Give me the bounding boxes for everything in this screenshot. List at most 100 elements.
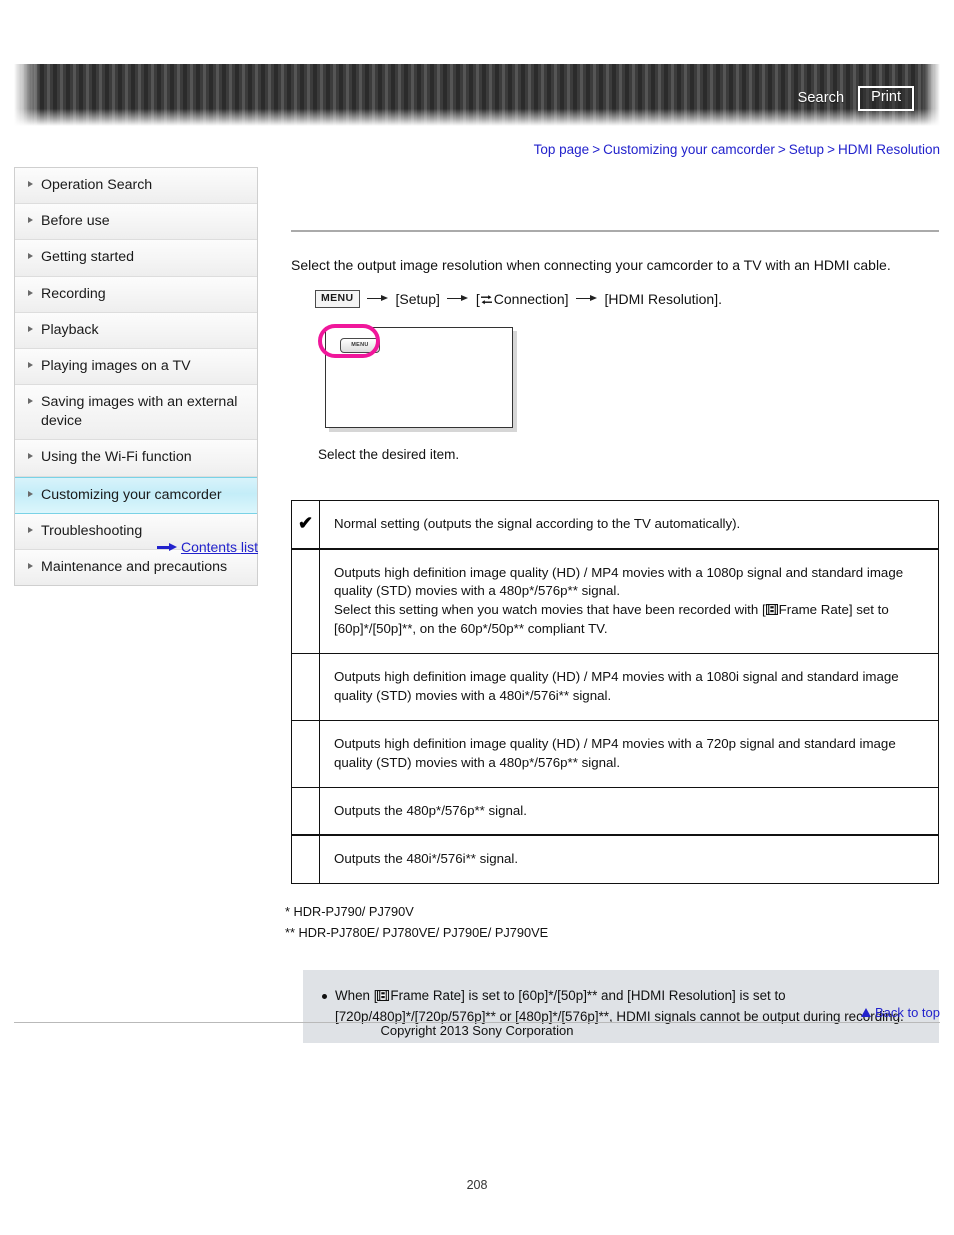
connection-label: Connection] bbox=[493, 290, 569, 307]
sidebar-item-label: Before use bbox=[41, 213, 110, 230]
option-description-cell: Outputs high definition image quality (H… bbox=[319, 653, 939, 721]
sidebar-item-before-use[interactable]: Before use bbox=[15, 204, 257, 241]
option-description-cell: Normal setting (outputs the signal accor… bbox=[319, 499, 939, 550]
sidebar-item-label: Playing images on a TV bbox=[41, 357, 191, 374]
option-description-line: Outputs the 480p*/576p** signal. bbox=[334, 802, 527, 818]
triangle-right-icon bbox=[28, 490, 33, 497]
print-button[interactable]: Print bbox=[858, 86, 914, 111]
sidebar-item-label: Troubleshooting bbox=[41, 522, 143, 539]
triangle-right-icon bbox=[28, 398, 33, 405]
triangle-right-icon bbox=[28, 526, 33, 533]
arrow-right-icon bbox=[575, 294, 598, 304]
intro-text: Select the output image resolution when … bbox=[291, 257, 891, 273]
back-to-top-link[interactable]: Back to top bbox=[860, 1005, 940, 1020]
breadcrumb-item-top-page[interactable]: Top page bbox=[534, 142, 590, 157]
triangle-up-icon bbox=[860, 1008, 871, 1017]
sidebar-item-playback[interactable]: Playback bbox=[15, 312, 257, 349]
breadcrumb-item-setup[interactable]: Setup bbox=[789, 142, 824, 157]
option-description-line: Outputs high definition image quality (H… bbox=[334, 564, 904, 599]
sidebar-item-label: Recording bbox=[41, 285, 106, 302]
contents-list-row: Contents list bbox=[14, 539, 258, 555]
sidebar-item-operation-search[interactable]: Operation Search bbox=[15, 168, 257, 205]
breadcrumb-item-hdmi-resolution[interactable]: HDMI Resolution bbox=[838, 142, 940, 157]
option-selected-mark-cell bbox=[291, 786, 320, 837]
option-description-line: Outputs high definition image quality (H… bbox=[334, 669, 899, 703]
sidebar-item-label: Maintenance and precautions bbox=[41, 558, 228, 575]
option-description-cell: Outputs the 480i*/576i** signal. bbox=[319, 834, 939, 885]
back-to-top-label: Back to top bbox=[874, 1005, 940, 1020]
breadcrumb-item-customizing[interactable]: Customizing your camcorder bbox=[603, 142, 775, 157]
triangle-right-icon bbox=[28, 217, 33, 224]
sidebar-item-maintenance-and-precautions[interactable]: Maintenance and precautions bbox=[15, 549, 257, 586]
triangle-right-icon bbox=[28, 562, 33, 569]
sidebar-navigation: Operation Search Before use Getting starte… bbox=[14, 167, 258, 587]
option-description-line: Normal setting (outputs the signal accor… bbox=[334, 515, 741, 531]
table-row: Outputs high definition image quality (H… bbox=[291, 653, 939, 721]
footnote-single-asterisk: * HDR-PJ790/ PJ790V bbox=[285, 904, 414, 920]
breadcrumb-separator: > bbox=[827, 142, 835, 157]
search-link[interactable]: Search bbox=[798, 90, 845, 106]
footnote-double-asterisk: ** HDR-PJ780E/ PJ780VE/ PJ790E/ PJ790VE bbox=[285, 925, 549, 941]
camcorder-screen-illustration: MENU bbox=[318, 323, 516, 432]
sidebar-item-label: Saving images with an external device bbox=[41, 394, 238, 430]
footnotes: * HDR-PJ790/ PJ790V ** HDR-PJ780E/ PJ780… bbox=[285, 902, 939, 943]
triangle-right-icon bbox=[28, 181, 33, 187]
triangle-right-icon bbox=[28, 325, 33, 332]
illustration-menu-button: MENU bbox=[340, 337, 380, 353]
triangle-right-icon bbox=[28, 361, 33, 368]
page-number: 208 bbox=[466, 1178, 488, 1192]
header-tools: Search Print bbox=[798, 86, 914, 111]
arrow-right-icon bbox=[446, 294, 469, 304]
triangle-right-icon bbox=[28, 253, 33, 260]
table-row: Outputs the 480p*/576p** signal. bbox=[291, 786, 939, 837]
option-description-cell: Outputs high definition image quality (H… bbox=[319, 548, 939, 655]
table-row: Outputs high definition image quality (H… bbox=[291, 719, 939, 788]
select-item-text: Select the desired item. bbox=[318, 446, 460, 462]
option-description-cell: Outputs high definition image quality (H… bbox=[319, 719, 939, 788]
illustration-box: MENU bbox=[325, 326, 513, 428]
option-description-line: Outputs the 480i*/576i** signal. bbox=[334, 851, 519, 867]
content-divider bbox=[291, 230, 939, 232]
header-right-fade bbox=[922, 64, 940, 126]
sidebar-item-playing-images-on-a-tv[interactable]: Playing images on a TV bbox=[15, 348, 257, 386]
sidebar-item-label: Customizing your camcorder bbox=[41, 486, 222, 503]
option-description-cell: Outputs the 480p*/576p** signal. bbox=[319, 786, 939, 837]
sidebar-item-customizing-your-camcorder[interactable]: Customizing your camcorder bbox=[15, 476, 257, 514]
option-selected-mark-cell bbox=[291, 834, 320, 885]
hdmi-resolution-options-table: ✔ Normal setting (outputs the signal acco… bbox=[291, 499, 939, 885]
menu-path-step-connection: [Connection] bbox=[476, 291, 569, 307]
sidebar-item-label: Playback bbox=[41, 321, 99, 338]
menu-chip-icon: MENU bbox=[314, 288, 361, 309]
sidebar-item-using-the-wi-fi-function[interactable]: Using the Wi-Fi function bbox=[15, 440, 257, 477]
triangle-right-icon bbox=[28, 453, 33, 460]
sidebar-item-label: Using the Wi-Fi function bbox=[41, 449, 192, 466]
breadcrumb-separator: > bbox=[777, 142, 786, 157]
copyright-text: Copyright 2013 Sony Corporation bbox=[380, 1023, 574, 1038]
breadcrumb-separator: > bbox=[592, 142, 601, 157]
film-strip-icon bbox=[377, 989, 390, 1001]
table-row: Outputs the 480i*/576i** signal. bbox=[291, 834, 939, 885]
option-description-line: Select this setting when you watch movie… bbox=[334, 602, 889, 637]
main-content: Select the output image resolution when … bbox=[285, 167, 939, 1044]
option-description-line: Outputs high definition image quality (H… bbox=[334, 735, 896, 770]
note-prefix: When [ bbox=[335, 987, 378, 1003]
arrow-right-icon bbox=[156, 542, 177, 552]
menu-path: MENU [Setup] [Connection] [HDMI Resoluti… bbox=[314, 288, 939, 309]
sidebar-item-recording[interactable]: Recording bbox=[15, 276, 257, 313]
contents-list-link[interactable]: Contents list bbox=[181, 539, 258, 555]
arrow-right-icon bbox=[366, 294, 389, 304]
option-selected-mark-cell: ✔ bbox=[291, 499, 320, 550]
option-selected-mark-cell bbox=[291, 653, 320, 721]
breadcrumb: Top page > Customizing your camcorder > Setu… bbox=[534, 142, 940, 157]
sidebar-item-saving-images-with-an-external-device[interactable]: Saving images with an external device bbox=[15, 385, 257, 441]
menu-path-step-setup: [Setup] bbox=[395, 290, 440, 307]
triangle-right-icon bbox=[28, 289, 33, 296]
sidebar-item-label: Operation Search bbox=[41, 177, 153, 193]
header-banner: Search Print bbox=[14, 64, 940, 126]
table-row: ✔ Normal setting (outputs the signal acco… bbox=[291, 499, 939, 550]
sidebar-item-getting-started[interactable]: Getting started bbox=[15, 240, 257, 277]
option-selected-mark-cell bbox=[291, 548, 320, 655]
menu-path-step-hdmi: [HDMI Resolution]. bbox=[604, 290, 722, 307]
note-line1-rest: Frame Rate] is set to [60p]*/[50p]** and… bbox=[390, 987, 786, 1003]
option-selected-mark-cell bbox=[291, 719, 320, 788]
